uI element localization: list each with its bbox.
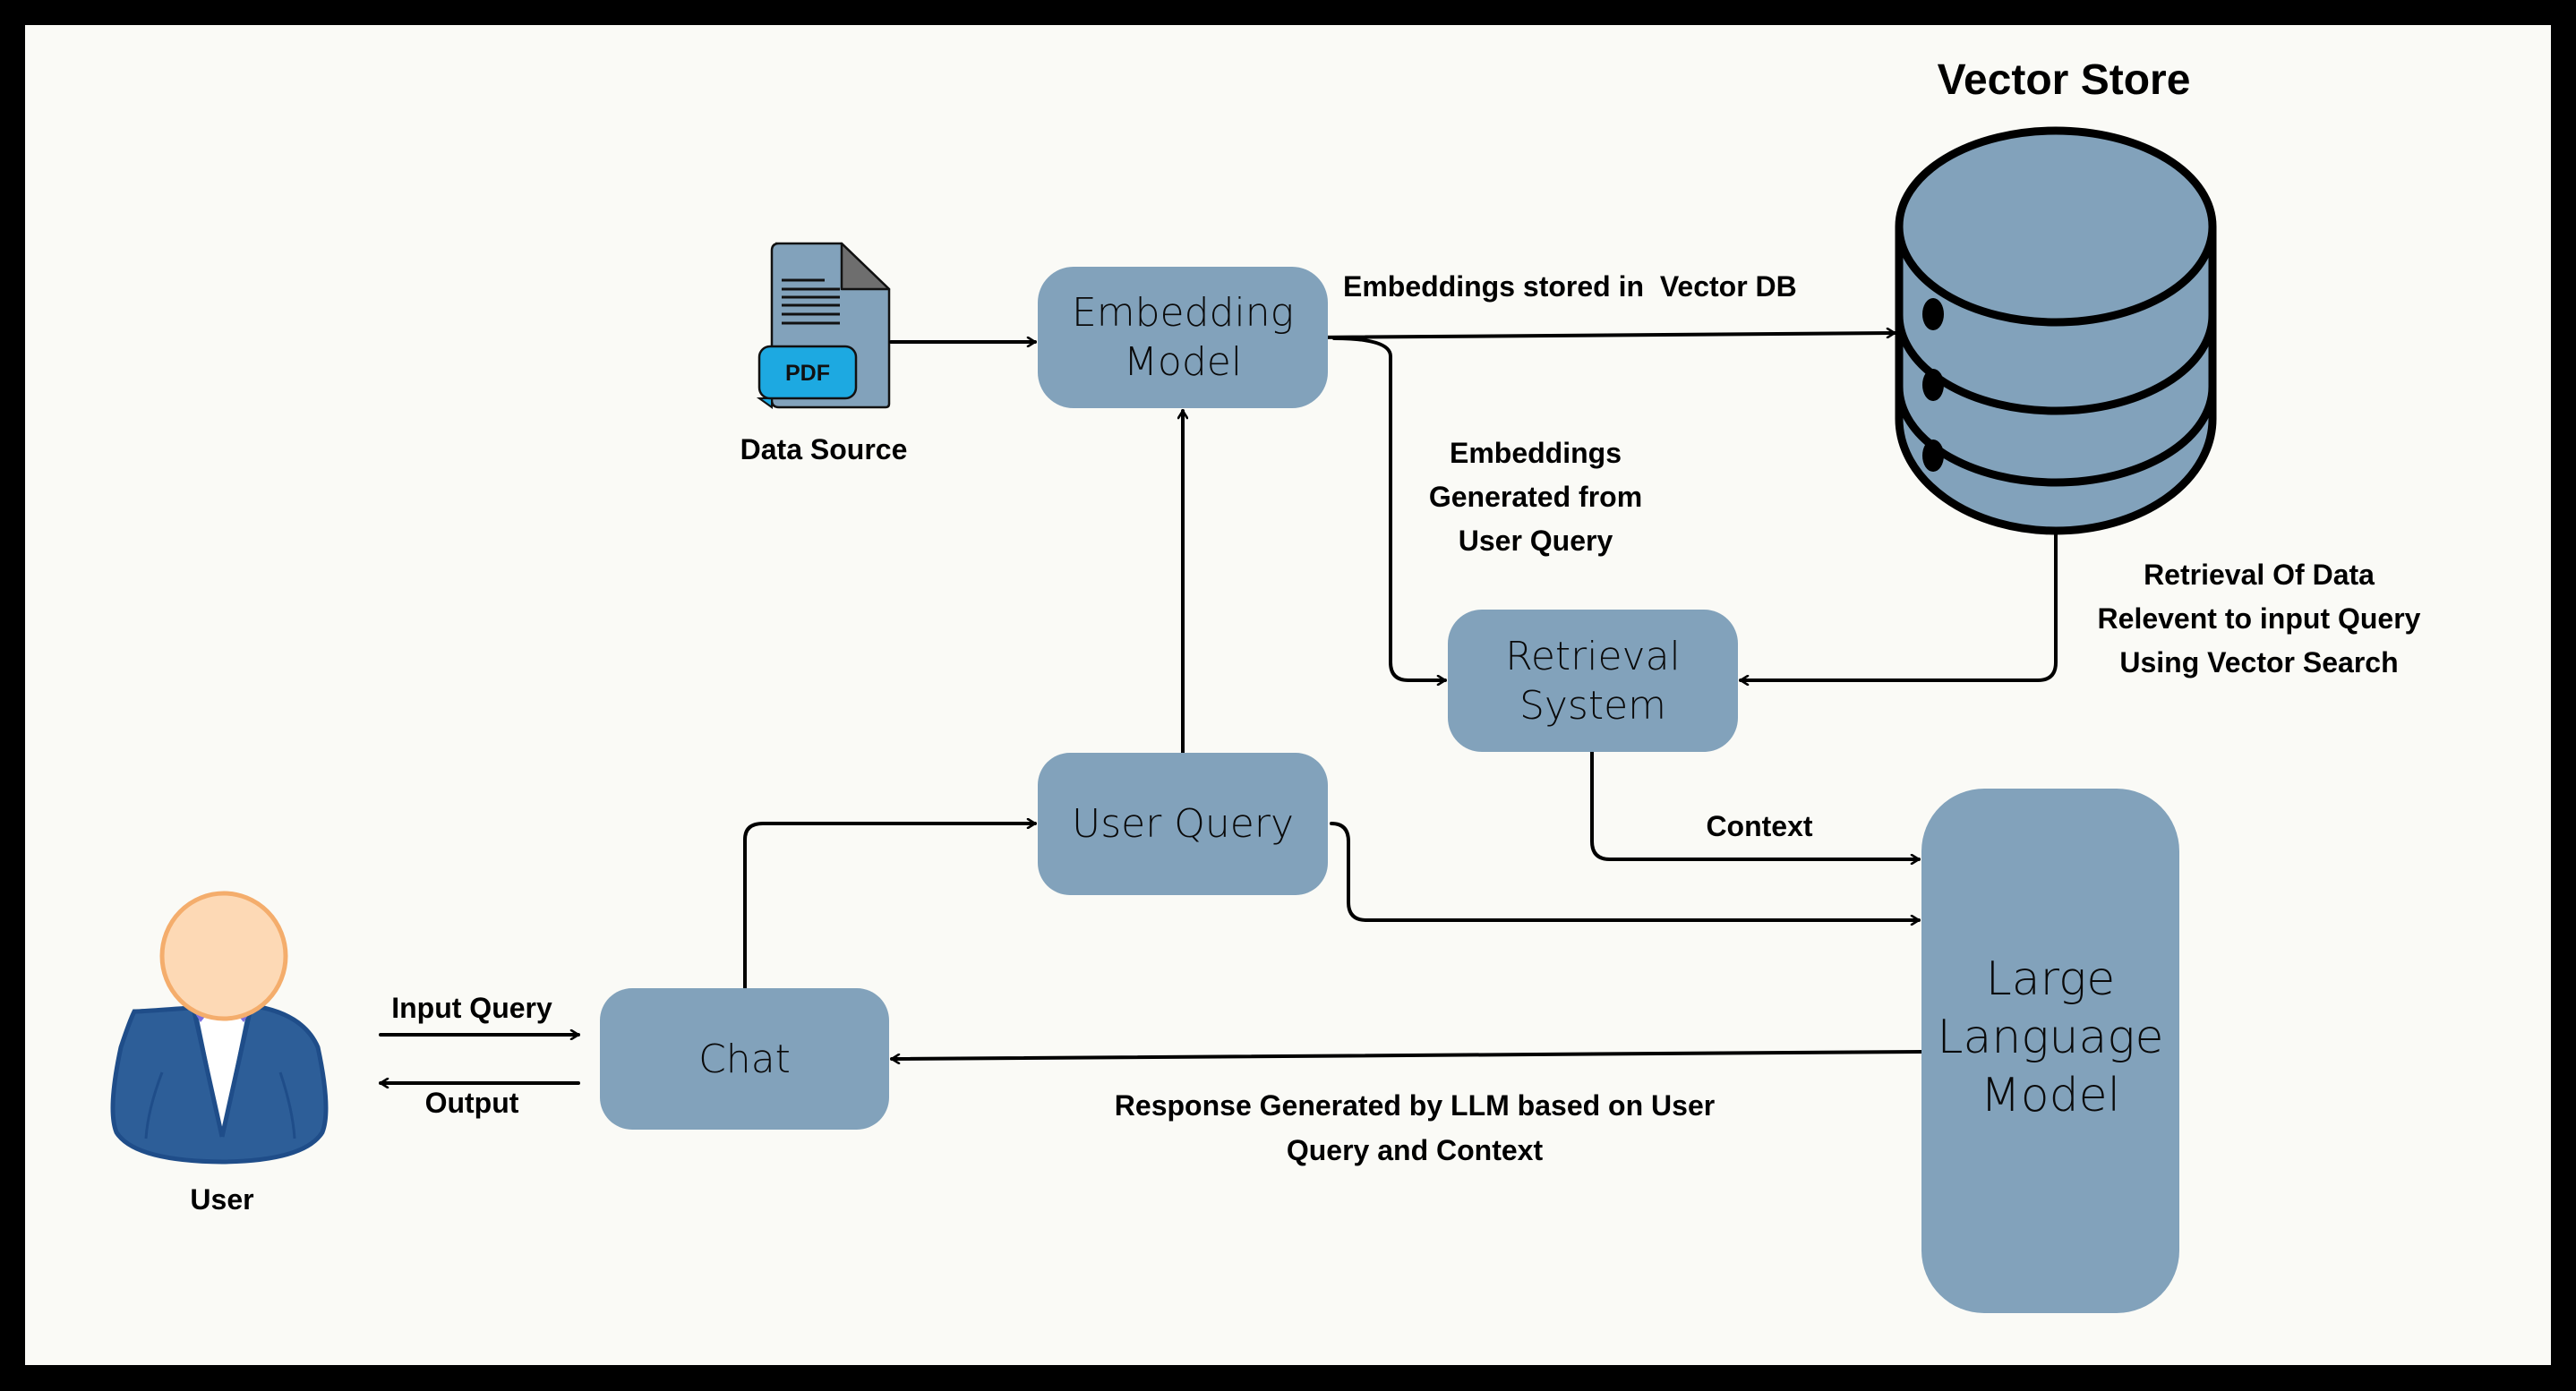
embeddings-generated-line1: Embeddings: [1449, 437, 1622, 469]
edge-llm-chat: [890, 1050, 1923, 1059]
response-line2: Query and Context: [1286, 1134, 1544, 1166]
context-label: Context: [1706, 810, 1813, 842]
embeddings-generated-line3: User Query: [1458, 525, 1613, 557]
user-query-node[interactable]: User Query: [1038, 753, 1328, 895]
edge-embedding-vectordb: [1312, 333, 1896, 339]
llm-line1: Large: [1985, 952, 2116, 1006]
llm-line2: Language: [1937, 1010, 2164, 1064]
llm-node[interactable]: Large Language Model: [1921, 789, 2179, 1313]
diagram-connectors: PDF: [110, 126, 2217, 1165]
retrieval-system-line1: Retrieval: [1505, 633, 1681, 679]
edge-chat-userquery: [743, 824, 1037, 990]
user-query-label: User Query: [1072, 801, 1294, 847]
response-line1: Response Generated by LLM based on User: [1114, 1089, 1716, 1122]
user-label: User: [190, 1183, 254, 1216]
embedding-model-node[interactable]: Embedding Model: [1038, 267, 1328, 408]
retrieval-of-data-label: Retrieval Of Data Relevent to input Quer…: [2071, 553, 2447, 685]
pdf-file-icon: PDF: [756, 242, 891, 409]
embeddings-generated-line2: Generated from: [1428, 481, 1643, 513]
database-icon: [1895, 126, 2217, 535]
retrieval-of-data-line2: Relevent to input Query: [2097, 602, 2421, 635]
retrieval-system-node[interactable]: Retrieval System: [1448, 610, 1738, 752]
llm-line3: Model: [1980, 1068, 2121, 1122]
embeddings-stored-label: Embeddings stored in Vector DB: [1343, 270, 1797, 303]
chat-label: Chat: [698, 1036, 791, 1082]
edge-retrieval-llm: [1590, 750, 1921, 859]
retrieval-system-line2: System: [1519, 682, 1667, 729]
retrieval-of-data-line1: Retrieval Of Data: [2144, 559, 2375, 591]
response-label: Response Generated by LLM based on User …: [1057, 1083, 1773, 1173]
edge-vectordb-retrieval: [1739, 529, 2058, 680]
embeddings-generated-label: Embeddings Generated from User Query: [1392, 431, 1679, 563]
chat-node[interactable]: Chat: [600, 988, 889, 1130]
input-query-label: Input Query: [391, 992, 552, 1024]
embedding-model-line2: Model: [1123, 339, 1243, 385]
vector-store-title: Vector Store: [1937, 56, 2191, 104]
output-label: Output: [424, 1087, 519, 1119]
user-avatar-icon: [110, 891, 329, 1165]
embedding-model-line1: Embedding: [1071, 290, 1295, 336]
pdf-badge-text: PDF: [785, 361, 830, 386]
data-source-label: Data Source: [740, 433, 908, 465]
retrieval-of-data-line3: Using Vector Search: [2119, 646, 2399, 678]
